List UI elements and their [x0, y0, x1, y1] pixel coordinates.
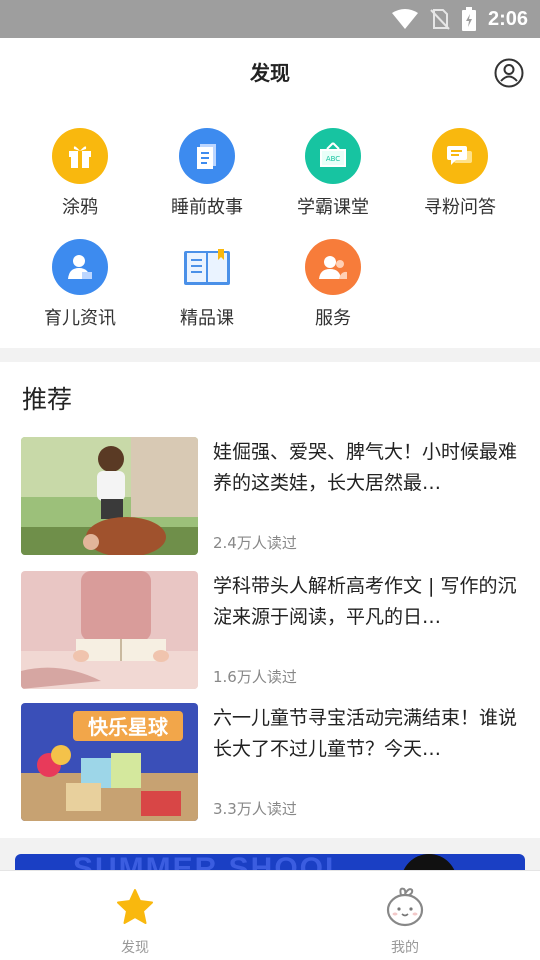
book-icon [179, 128, 235, 184]
grid-item-doodle[interactable]: 涂鸦 [15, 128, 145, 219]
user-profile-icon[interactable] [494, 58, 524, 88]
tab-mine[interactable]: 我的 [270, 871, 540, 960]
article-item[interactable]: 娃倔强、爱哭、脾气大！小时候最难养的这类娃，长大居然最… 2.4万人读过 [0, 437, 540, 557]
person-icon [52, 239, 108, 295]
grid-label: 寻粉问答 [424, 197, 496, 218]
battery-icon [461, 7, 476, 31]
status-bar: 2:06 [0, 0, 540, 38]
article-item[interactable]: 快乐星球 六一儿童节寻宝活动完满结束！谁说长大了不过儿童节？今天… 3.3万人读… [0, 703, 540, 823]
article-title: 六一儿童节寻宝活动完满结束！谁说长大了不过儿童节？今天… [213, 707, 518, 760]
header: 发现 [0, 38, 540, 108]
grid-item-study-class[interactable]: ABC 学霸课堂 [268, 128, 398, 219]
wifi-icon [391, 9, 418, 29]
tab-label: 发现 [121, 940, 149, 956]
star-icon [117, 889, 153, 924]
status-icons: 2:06 [391, 0, 528, 38]
chat-bubbles-icon [432, 128, 488, 184]
bottom-tab-bar: 发现 我的 [0, 870, 540, 960]
mascot-icon [386, 887, 424, 927]
article-title: 学科带头人解析高考作文 | 写作的沉淀来源于阅读，平凡的日… [213, 575, 517, 628]
grid-item-bedtime-stories[interactable]: 睡前故事 [142, 128, 272, 219]
thumbnail-banner-text: 快乐星球 [88, 715, 169, 739]
grid-label: 睡前故事 [171, 197, 243, 218]
section-title: 推荐 [22, 385, 73, 414]
feature-grid: 涂鸦 睡前故事 ABC 学霸课堂 寻粉问答 育儿资讯 精品课 服务 [0, 108, 540, 348]
article-thumbnail [21, 571, 198, 689]
tab-label: 我的 [391, 940, 419, 956]
grid-label: 精品课 [180, 308, 234, 329]
article-read-count: 3.3万人读过 [213, 800, 297, 818]
group-icon [305, 239, 361, 295]
gift-icon [52, 128, 108, 184]
article-read-count: 2.4万人读过 [213, 534, 297, 552]
svg-text:ABC: ABC [326, 155, 340, 163]
article-thumbnail: 快乐星球 [21, 703, 198, 821]
tab-discover[interactable]: 发现 [0, 871, 270, 960]
grid-label: 涂鸦 [62, 197, 98, 218]
no-sim-icon [430, 9, 450, 30]
article-item[interactable]: 学科带头人解析高考作文 | 写作的沉淀来源于阅读，平凡的日… 1.6万人读过 [0, 571, 540, 691]
recommend-section: 推荐 娃倔强、爱哭、脾气大！小时候最难养的这类娃，长大居然最… 2.4万人读过 [0, 362, 540, 838]
status-time: 2:06 [487, 7, 528, 30]
grid-item-service[interactable]: 服务 [268, 239, 398, 330]
article-read-count: 1.6万人读过 [213, 668, 297, 686]
blackboard-icon: ABC [305, 128, 361, 184]
grid-label: 育儿资讯 [44, 308, 116, 329]
article-thumbnail [21, 437, 198, 555]
grid-label: 学霸课堂 [297, 197, 369, 218]
banner-area: SUMMER SHOOL [0, 838, 540, 874]
grid-item-parenting-news[interactable]: 育儿资讯 [15, 239, 145, 330]
grid-label: 服务 [315, 308, 351, 329]
page-title: 发现 [250, 61, 290, 85]
grid-item-premium-course[interactable]: 精品课 [142, 239, 272, 330]
grid-item-qa[interactable]: 寻粉问答 [395, 128, 525, 219]
open-book-icon [179, 239, 235, 295]
article-title: 娃倔强、爱哭、脾气大！小时候最难养的这类娃，长大居然最… [213, 441, 518, 494]
